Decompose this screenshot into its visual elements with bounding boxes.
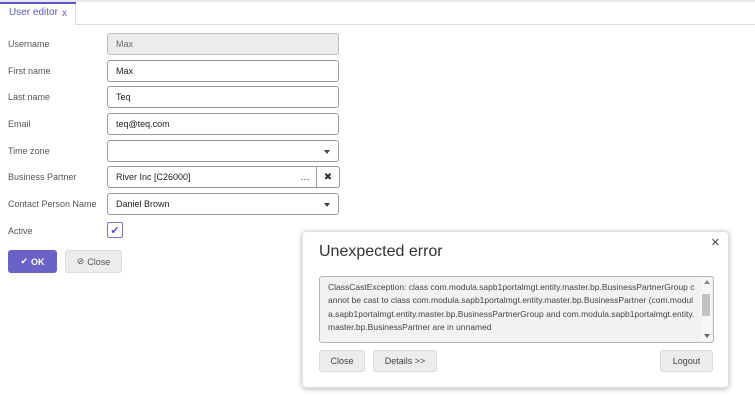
tab-label: User editor xyxy=(9,7,58,18)
dialog-close-button[interactable]: Close xyxy=(319,350,365,372)
active-label: Active xyxy=(8,226,33,236)
active-checkbox[interactable]: ✔ xyxy=(107,222,123,238)
business-partner-label: Business Partner xyxy=(8,172,77,182)
business-partner-field[interactable]: River Inc [C26000] xyxy=(107,166,295,188)
scroll-up-icon[interactable] xyxy=(704,280,710,284)
username-label: Username xyxy=(8,39,50,49)
close-button[interactable]: ⊘ Close xyxy=(65,250,122,273)
scroll-down-icon[interactable] xyxy=(704,334,710,338)
close-icon[interactable]: ✕ xyxy=(711,236,720,249)
chevron-down-icon xyxy=(324,150,330,154)
contact-person-value: Daniel Brown xyxy=(116,199,170,209)
scrollbar-thumb[interactable] xyxy=(702,294,710,316)
tab-user-editor[interactable]: User editor x xyxy=(0,2,76,25)
business-partner-clear-button[interactable]: ✖ xyxy=(317,166,340,188)
ok-label: OK xyxy=(31,256,45,267)
error-dialog: Unexpected error ✕ ClassCastException: c… xyxy=(302,231,729,388)
username-field: Max xyxy=(107,33,339,55)
business-partner-lookup-button[interactable]: … xyxy=(294,166,317,188)
logout-button[interactable]: Logout xyxy=(660,350,713,372)
ok-button[interactable]: ✔ OK xyxy=(8,250,57,273)
close-label: Close xyxy=(87,256,111,267)
first-name-label: First name xyxy=(8,66,51,76)
details-button[interactable]: Details >> xyxy=(373,350,437,372)
email-label: Email xyxy=(8,119,31,129)
first-name-field[interactable]: Max xyxy=(107,60,339,82)
contact-person-select[interactable]: Daniel Brown xyxy=(107,193,339,215)
last-name-label: Last name xyxy=(8,92,51,102)
tab-close-icon[interactable]: x xyxy=(62,8,67,19)
tab-active-indicator xyxy=(0,2,76,4)
time-zone-label: Time zone xyxy=(8,146,50,156)
last-name-field[interactable]: Teq xyxy=(107,86,339,108)
chevron-down-icon xyxy=(324,203,330,207)
time-zone-select[interactable] xyxy=(107,140,339,162)
scrollbar[interactable] xyxy=(701,278,712,341)
error-message-text: ClassCastException: class com.modula.sap… xyxy=(328,282,695,332)
tab-bar: User editor x xyxy=(0,2,755,25)
cancel-icon: ⊘ xyxy=(76,256,85,266)
dialog-title: Unexpected error xyxy=(319,243,443,260)
email-field[interactable]: teq@teq.com xyxy=(107,113,339,135)
contact-person-label: Contact Person Name xyxy=(8,199,97,209)
checkmark-icon: ✔ xyxy=(20,256,29,266)
error-message-area[interactable]: ClassCastException: class com.modula.sap… xyxy=(319,276,714,343)
checkmark-icon: ✔ xyxy=(110,224,120,237)
